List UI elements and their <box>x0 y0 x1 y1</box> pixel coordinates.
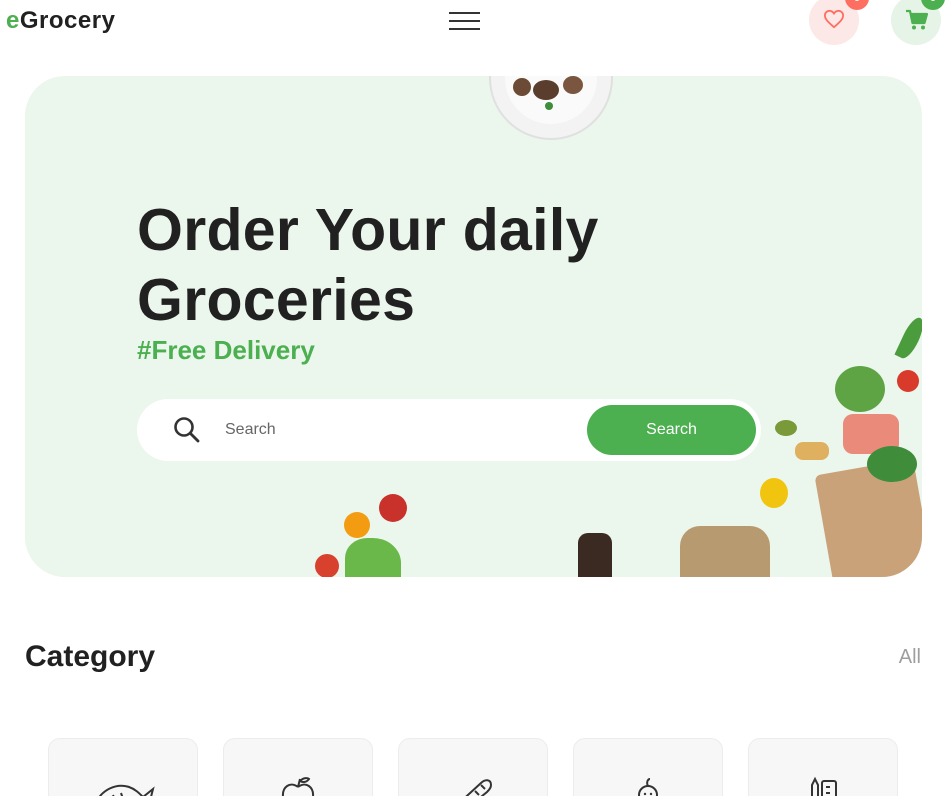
category-card-bakery[interactable] <box>398 738 548 796</box>
cherry-tomato-image <box>897 370 919 392</box>
food-item <box>563 76 583 94</box>
brand-logo-name: Grocery <box>19 7 116 34</box>
search-icon <box>174 417 200 443</box>
avocado-image <box>775 420 797 436</box>
category-card-stationery[interactable] <box>748 738 898 796</box>
broccoli-image <box>835 366 885 412</box>
category-heading: Category <box>25 640 156 673</box>
category-all-link[interactable]: All <box>899 646 921 669</box>
hero-banner: Order Your daily Groceries #Free Deliver… <box>25 76 922 577</box>
category-card-fruits[interactable] <box>223 738 373 796</box>
leaf-image <box>894 314 922 362</box>
fish-icon <box>99 784 155 796</box>
stationery-icon <box>811 776 837 796</box>
food-plate-image <box>489 76 613 140</box>
hamburger-menu-button[interactable] <box>448 9 482 33</box>
apple-icon <box>282 777 314 796</box>
cart-button[interactable]: 0 <box>891 0 945 45</box>
wishlist-count-badge: 0 <box>845 0 869 10</box>
search-button[interactable]: Search <box>587 405 756 455</box>
brand-logo-prefix: e <box>6 7 20 34</box>
category-card-fish[interactable] <box>48 738 198 796</box>
hamburger-line <box>449 20 480 22</box>
navbar: eGrocery 0 0 <box>0 0 947 45</box>
brand-logo[interactable]: eGrocery <box>6 7 115 35</box>
food-item <box>533 80 559 100</box>
search-input[interactable] <box>225 417 555 443</box>
baby-icon <box>638 778 658 796</box>
search-bar: Search <box>137 399 761 461</box>
cart-icon <box>906 9 929 30</box>
bottle-image <box>578 533 612 577</box>
category-card-baby-care[interactable] <box>573 738 723 796</box>
orange-image <box>344 512 370 538</box>
grain-sack-image <box>680 526 770 577</box>
bread-icon <box>465 779 493 796</box>
food-item <box>513 78 531 96</box>
pepper-image <box>760 478 788 508</box>
heart-icon <box>823 9 845 29</box>
greens-image <box>867 446 917 482</box>
lettuce-image <box>345 538 401 577</box>
hero-title: Order Your daily Groceries <box>137 195 599 335</box>
wishlist-button[interactable]: 0 <box>809 0 869 45</box>
hamburger-line <box>449 12 480 14</box>
food-item <box>545 102 553 110</box>
hero-title-line1: Order Your daily <box>137 197 599 263</box>
hero-title-line2: Groceries <box>137 267 416 333</box>
hamburger-line <box>449 28 480 30</box>
hero-subtitle: #Free Delivery <box>137 335 315 365</box>
tomato-image <box>315 554 339 577</box>
tomato-image <box>379 494 407 522</box>
bread-image <box>795 442 829 460</box>
